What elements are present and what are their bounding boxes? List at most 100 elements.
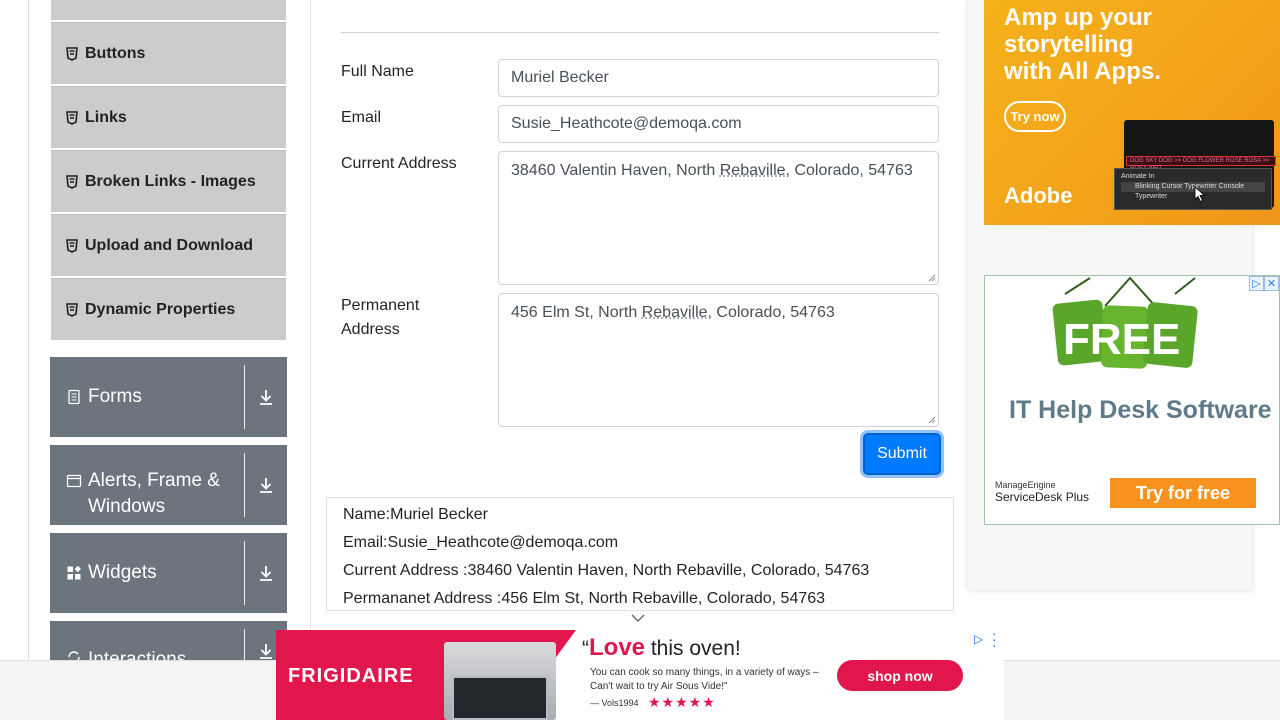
html5-icon [66,46,78,61]
window-icon [66,474,82,488]
ad-byline: — Vols1994 [590,698,639,708]
shop-now-button[interactable]: shop now [837,660,963,691]
sidebar-item-label: Dynamic Properties [85,300,236,318]
resize-handle-icon[interactable] [928,416,936,424]
permanent-address-textarea[interactable]: 456 Elm St, North Rebaville, Colorado, 5… [498,293,939,427]
textarea-text: , Colorado, 54763 [707,304,835,321]
spellcheck-word: Rebaville [641,304,708,321]
current-address-textarea[interactable]: 38460 Valentin Haven, North Rebaville, C… [498,151,939,285]
quote-emphasis: Love [589,634,646,661]
sidebar-item-broken-links[interactable]: Broken Links - Images [51,150,286,212]
ui-line: Typewriter [1135,193,1168,200]
document-icon [68,389,80,405]
headline-line: with All Apps. [1004,58,1161,85]
oven-door [452,676,548,720]
html5-icon [66,174,78,189]
widgets-icon [67,565,81,580]
label-line: Permanent [341,297,420,314]
ad-title: IT Help Desk Software [1009,396,1272,424]
cursor-icon [1194,186,1205,202]
resize-handle-icon[interactable] [928,274,936,282]
submit-button[interactable]: Submit [863,433,941,475]
sidebar-item-label: Links [85,108,127,126]
manageengine-logo: ManageEngine [995,480,1056,490]
download-arrow-icon [260,566,272,581]
ad-body: You can cook so many things, in a variet… [590,667,819,692]
expand-toggle[interactable] [245,533,287,613]
adobe-logo: Adobe [1004,183,1073,208]
ui-line: Animate In [1121,173,1155,180]
rating-stars: ★★★★★ [648,694,716,710]
html5-icon [66,302,78,317]
ad-headline: Amp up your storytelling with All Apps. [1004,4,1204,85]
group-label: Alerts, Frame & [88,470,220,491]
textarea-text: 456 Elm St, North [511,304,642,321]
ad-choices[interactable]: ▷ ✕ [1249,276,1279,291]
sidebar-item-buttons[interactable]: Buttons [51,22,286,84]
ui-line: Blinking Cursor Typewriter Console [1121,182,1265,192]
frigidaire-logo: FRIGIDAIRE [288,665,414,687]
ad-quote: “Love this oven! [582,634,741,661]
full-name-input[interactable]: Muriel Becker [498,59,939,97]
ad-ui-panel: Animate In Blinking Cursor Typewriter Co… [1114,168,1272,210]
permanent-address-label: Permanent Address [341,294,419,342]
close-icon[interactable]: ✕ [1264,276,1279,291]
group-label: Forms [88,386,142,407]
html5-icon [66,238,78,253]
sidebar-group-forms[interactable]: Forms [50,357,287,437]
divider [244,541,245,605]
html5-icon [66,110,78,125]
headline-line: storytelling [1004,31,1134,58]
download-arrow-icon [260,644,272,659]
sidebar-item-upload-download[interactable]: Upload and Download [51,214,286,276]
ad-choices-icon[interactable]: ▷ [974,632,983,646]
sidebar-item-previous[interactable] [51,0,286,20]
try-for-free-button[interactable]: Try for free [1110,478,1256,508]
sidebar-item-dynamic-properties[interactable]: Dynamic Properties [51,278,286,340]
servicedesk-logo: ServiceDesk Plus [995,490,1090,504]
free-text: FREE [1063,315,1180,364]
current-address-label: Current Address [341,155,457,172]
output-name: Name:Muriel Becker [343,506,488,523]
textarea-text: , Colorado, 54763 [785,162,913,179]
output-permanent-address: Permananet Address :456 Elm St, North Re… [343,590,826,607]
expand-toggle[interactable] [245,445,287,525]
page: Buttons Links Broken Links - Images Uplo… [0,0,1280,720]
output-box: Name:Muriel Becker Email:Susie_Heathcote… [326,497,954,611]
divider [244,365,245,429]
sidebar-left-border [28,0,29,660]
sidebar-item-label: Upload and Download [85,236,253,254]
sidebar-item-links[interactable]: Links [51,86,286,148]
email-input[interactable]: Susie_Heathcote@demoqa.com [498,105,939,143]
chevron-down-icon[interactable] [630,612,646,624]
divider [244,453,245,517]
output-email: Email:Susie_Heathcote@demoqa.com [343,534,619,551]
ad-choices-icon[interactable]: ▷ [1249,276,1264,291]
sidebar-group-widgets[interactable]: Widgets [50,533,287,613]
servicedesk-ad[interactable]: ▷ ✕ FREE IT Help Desk Software ManageEng… [984,275,1280,525]
sidebar-right-border [310,0,311,660]
header-divider [341,32,939,33]
quote-rest: this oven! [645,637,741,660]
textarea-text: 38460 Valentin Haven, North [511,162,720,179]
more-options-icon[interactable]: · · · [992,630,997,652]
output-current-address: Current Address :38460 Valentin Haven, N… [343,562,870,579]
try-now-button[interactable]: Try now [1004,101,1066,132]
headline-line: Amp up your [1004,4,1152,31]
free-badge: FREE [1052,276,1198,369]
ad-ui-strip: DOG SKY DOG >> DOG FLOWER ROSE ROSA >> R… [1126,156,1276,172]
email-label: Email [341,109,382,126]
download-arrow-icon [260,390,272,405]
label-line: Address [341,321,400,338]
frigidaire-ad[interactable]: FRIGIDAIRE “Love this oven! You can cook… [276,630,1004,720]
sidebar-group-alerts[interactable]: Alerts, Frame & Windows [50,445,287,525]
download-arrow-icon [260,478,272,493]
group-label: Widgets [88,562,157,583]
sidebar-item-label: Buttons [85,44,146,62]
group-label-line2: Windows [88,496,166,517]
adobe-ad[interactable]: Amp up your storytelling with All Apps. … [984,0,1280,225]
expand-toggle[interactable] [245,357,287,437]
sidebar-item-label: Broken Links - Images [85,172,256,190]
spellcheck-word: Rebaville [719,162,786,179]
full-name-label: Full Name [341,63,414,80]
